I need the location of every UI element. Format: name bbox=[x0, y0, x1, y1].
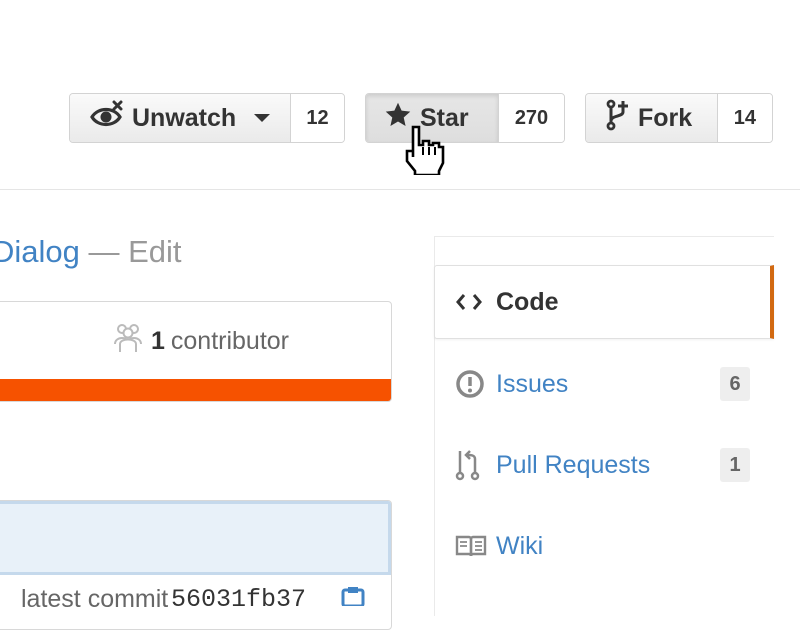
star-button-group: Star 270 bbox=[365, 93, 565, 143]
code-icon bbox=[455, 292, 483, 312]
eye-icon bbox=[90, 100, 124, 137]
nav-item-code[interactable]: Code bbox=[434, 265, 774, 339]
commit-header bbox=[0, 501, 391, 575]
forks-count[interactable]: 14 bbox=[717, 94, 772, 142]
contributors-count: 1 bbox=[150, 326, 165, 355]
pull-request-icon bbox=[455, 449, 481, 481]
watchers-count[interactable]: 12 bbox=[291, 94, 344, 142]
issues-counter: 6 bbox=[720, 367, 750, 401]
people-icon bbox=[113, 322, 143, 361]
contributors-box: 1 contributor bbox=[0, 301, 392, 402]
fork-icon bbox=[606, 98, 630, 139]
nav-label-wiki: Wiki bbox=[496, 531, 544, 560]
fork-button[interactable]: Fork bbox=[586, 94, 718, 142]
language-bar[interactable] bbox=[0, 379, 391, 401]
nav-item-issues[interactable]: Issues 6 bbox=[435, 354, 774, 414]
book-icon bbox=[455, 534, 487, 558]
stargazers-count[interactable]: 270 bbox=[499, 94, 564, 142]
file-title: Dialog — Edit bbox=[0, 232, 182, 272]
latest-commit-box: latest commit 56031fb37 bbox=[0, 500, 392, 630]
nav-label-code: Code bbox=[496, 287, 559, 316]
contributors-summary[interactable]: 1 contributor bbox=[0, 302, 391, 380]
clipboard-icon[interactable] bbox=[340, 586, 366, 611]
hand-cursor-icon bbox=[403, 125, 451, 180]
unwatch-label: Unwatch bbox=[132, 103, 237, 132]
repo-nav: Code Issues 6 Pull Requests 1 Wiki bbox=[434, 236, 774, 616]
file-title-link[interactable]: Dialog bbox=[0, 234, 80, 269]
issue-icon bbox=[455, 369, 485, 399]
chevron-down-icon bbox=[254, 114, 271, 122]
unwatch-button[interactable]: Unwatch bbox=[70, 94, 291, 142]
pull-requests-counter: 1 bbox=[720, 448, 750, 482]
contributors-label: contributor bbox=[170, 326, 290, 355]
nav-label-issues: Issues bbox=[496, 369, 569, 398]
nav-item-pull-requests[interactable]: Pull Requests 1 bbox=[435, 435, 774, 495]
nav-item-wiki[interactable]: Wiki bbox=[435, 516, 774, 576]
fork-label: Fork bbox=[638, 103, 693, 132]
header-divider bbox=[0, 189, 800, 190]
nav-label-pull-requests: Pull Requests bbox=[496, 450, 651, 479]
fork-button-group: Fork 14 bbox=[585, 93, 773, 143]
watch-button-group: Unwatch 12 bbox=[69, 93, 345, 143]
file-title-suffix: — Edit bbox=[79, 234, 182, 269]
